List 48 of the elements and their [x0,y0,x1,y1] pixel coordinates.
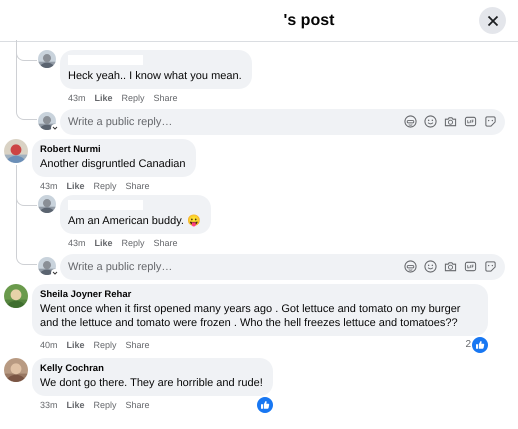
smiley-icon[interactable] [424,260,437,273]
gif-icon[interactable] [464,115,477,128]
comment-time[interactable]: 40m [40,340,58,350]
comment-text: Went once when it first opened many years ago . Got lettuce and tomato on my burger and the lettuce and tomato were frozen . Who the hell freezes lettuce and tomatoes?? [40,302,462,330]
comment-time[interactable]: 33m [40,400,58,410]
comment-action[interactable]: Like [66,180,85,190]
comment-action[interactable]: Like [66,400,85,410]
comment-action[interactable]: Like [94,92,113,102]
comment-action[interactable]: Share [126,180,150,190]
commenter-name[interactable]: Kelly Cochran [40,363,263,375]
avatar-sticker-icon[interactable] [404,115,417,128]
avatar-sticker-icon[interactable] [404,260,417,273]
comment-action[interactable]: Like [66,340,85,350]
like-icon[interactable] [256,396,273,412]
comment-action[interactable]: Reply [94,340,117,350]
gif-icon[interactable] [464,260,477,273]
reaction-count: 2 [465,339,471,350]
comment-action[interactable]: Like [94,238,113,248]
comment-action[interactable]: Share [126,400,150,410]
comment-text: Heck yeah.. I know what you mean. [68,69,242,83]
commenter-name[interactable]: Sheila Joyner Rehar [40,289,478,301]
close-button[interactable] [479,7,506,34]
comment-action[interactable]: Reply [94,400,117,410]
comment-text: Another disgruntled Canadian [40,157,186,171]
sticker-icon[interactable] [484,260,497,273]
dialog-title: 's post [284,12,334,30]
comment-time[interactable]: 43m [68,92,86,102]
comment-action[interactable]: Share [126,340,150,350]
commenter-name[interactable]: Robert Nurmi [40,144,186,156]
camera-icon[interactable] [444,260,457,273]
like-icon[interactable] [472,336,488,352]
camera-icon[interactable] [444,115,457,128]
comment-time[interactable]: 43m [40,180,58,190]
comment-action[interactable]: Reply [94,180,117,190]
reply-field[interactable]: Write a public reply… [60,109,505,135]
comment-action[interactable]: Share [154,92,178,102]
comment-action[interactable]: Reply [122,92,145,102]
comment-action[interactable]: Share [154,238,178,248]
sticker-icon[interactable] [484,115,497,128]
comment-text: We dont go there. They are horrible and rude! [40,376,263,390]
smiley-icon[interactable] [424,115,437,128]
chevron-icon[interactable] [51,124,59,132]
comment-action[interactable]: Reply [122,238,145,248]
comment-time[interactable]: 43m [68,238,86,248]
comment-text: Am an American buddy. 😛 [68,214,202,228]
reply-field[interactable]: Write a public reply… [60,254,505,280]
close-icon [486,14,498,26]
chevron-icon[interactable] [51,269,59,277]
